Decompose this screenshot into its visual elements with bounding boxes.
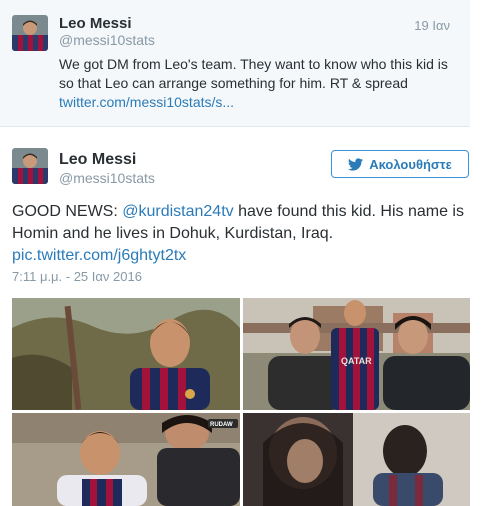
follow-button[interactable]: Ακολουθήστε — [331, 150, 469, 178]
tweet-photo[interactable]: RUDAW — [12, 413, 240, 506]
mention-link[interactable]: @kurdistan24tv — [122, 203, 233, 220]
tweet-text-body: We got DM from Leo's team. They want to … — [59, 56, 448, 91]
pic-link[interactable]: pic.twitter.com/j6ghtyt2tx — [12, 247, 186, 264]
tweet-photo[interactable]: QATAR — [243, 298, 470, 410]
tweet-photo[interactable] — [12, 298, 240, 410]
quoted-tweet[interactable]: Leo Messi @messi10stats 19 Ιαν We got DM… — [0, 0, 470, 127]
tweet-timestamp[interactable]: 7:11 μ.μ. - 25 Ιαν 2016 — [12, 269, 142, 284]
tweet-photo[interactable] — [243, 413, 470, 506]
tweet-text-prefix: GOOD NEWS: — [12, 203, 123, 220]
author-name[interactable]: Leo Messi — [59, 151, 136, 169]
author-handle[interactable]: @messi10stats — [59, 32, 155, 48]
author-handle[interactable]: @messi10stats — [59, 170, 155, 186]
tweet-date[interactable]: 19 Ιαν — [414, 18, 450, 33]
photo-badge: RUDAW — [210, 422, 233, 428]
author-name[interactable]: Leo Messi — [59, 15, 132, 32]
tweet-link[interactable]: twitter.com/messi10stats/s... — [59, 94, 234, 110]
tweet-text: GOOD NEWS: @kurdistan24tv have found thi… — [12, 201, 477, 267]
twitter-bird-icon — [348, 157, 364, 171]
jersey-text: QATAR — [341, 356, 372, 366]
tweet-text: We got DM from Leo's team. They want to … — [59, 55, 464, 112]
avatar[interactable] — [12, 15, 48, 51]
avatar[interactable] — [12, 148, 48, 184]
follow-label: Ακολουθήστε — [369, 156, 452, 172]
